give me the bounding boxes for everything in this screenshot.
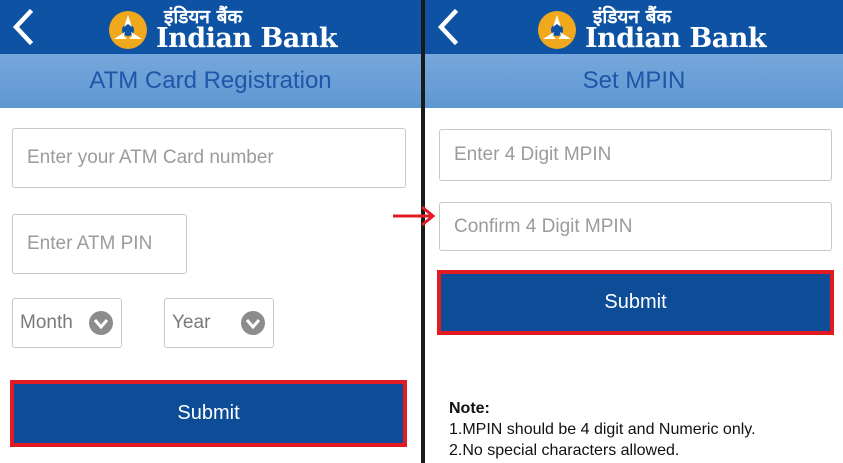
app-header: इंडियन बैंक Indian Bank	[425, 0, 843, 54]
indian-bank-logo: इंडियन बैंक Indian Bank	[535, 3, 767, 54]
atm-card-number-input[interactable]: Enter your ATM Card number	[12, 128, 406, 188]
atm-card-number-placeholder: Enter your ATM Card number	[27, 147, 274, 168]
note-title: Note:	[449, 400, 490, 417]
submit-button[interactable]: Submit	[437, 270, 834, 335]
month-select[interactable]: Month	[12, 298, 122, 348]
brand-name-english: Indian Bank	[156, 23, 338, 54]
mpin-note: Note: 1.MPIN should be 4 digit and Numer…	[449, 398, 756, 461]
confirm-mpin-input[interactable]: Confirm 4 Digit MPIN	[439, 202, 832, 251]
year-select[interactable]: Year	[164, 298, 274, 348]
year-select-label: Year	[172, 312, 211, 333]
indian-bank-logo-icon	[538, 11, 576, 49]
brand-name-english: Indian Bank	[585, 23, 767, 54]
right-arrow-icon	[393, 205, 436, 227]
set-mpin-screen: इंडियन बैंक Indian Bank Set MPIN Enter 4…	[425, 0, 843, 463]
atm-pin-input[interactable]: Enter ATM PIN	[12, 214, 187, 274]
month-select-label: Month	[20, 312, 73, 333]
mpin-placeholder: Enter 4 Digit MPIN	[454, 144, 612, 165]
chevron-left-icon	[437, 8, 459, 46]
confirm-mpin-placeholder: Confirm 4 Digit MPIN	[454, 215, 633, 237]
page-title: ATM Card Registration	[0, 54, 421, 108]
indian-bank-logo-icon	[109, 11, 147, 49]
atm-card-registration-screen: इंडियन बैंक Indian Bank ATM Card Registr…	[0, 0, 421, 463]
atm-pin-placeholder: Enter ATM PIN	[27, 233, 153, 254]
mpin-input[interactable]: Enter 4 Digit MPIN	[439, 129, 832, 181]
back-button[interactable]	[431, 6, 467, 48]
note-line: 1.MPIN should be 4 digit and Numeric onl…	[449, 421, 756, 438]
submit-button[interactable]: Submit	[10, 380, 407, 447]
page-title: Set MPIN	[425, 54, 843, 108]
app-header: इंडियन बैंक Indian Bank	[0, 0, 421, 54]
chevron-down-circle-icon	[241, 311, 265, 335]
back-button[interactable]	[6, 6, 42, 48]
chevron-down-circle-icon	[89, 311, 113, 335]
note-line: 2.No special characters allowed.	[449, 442, 680, 459]
chevron-left-icon	[12, 8, 34, 46]
indian-bank-logo: इंडियन बैंक Indian Bank	[106, 3, 338, 54]
